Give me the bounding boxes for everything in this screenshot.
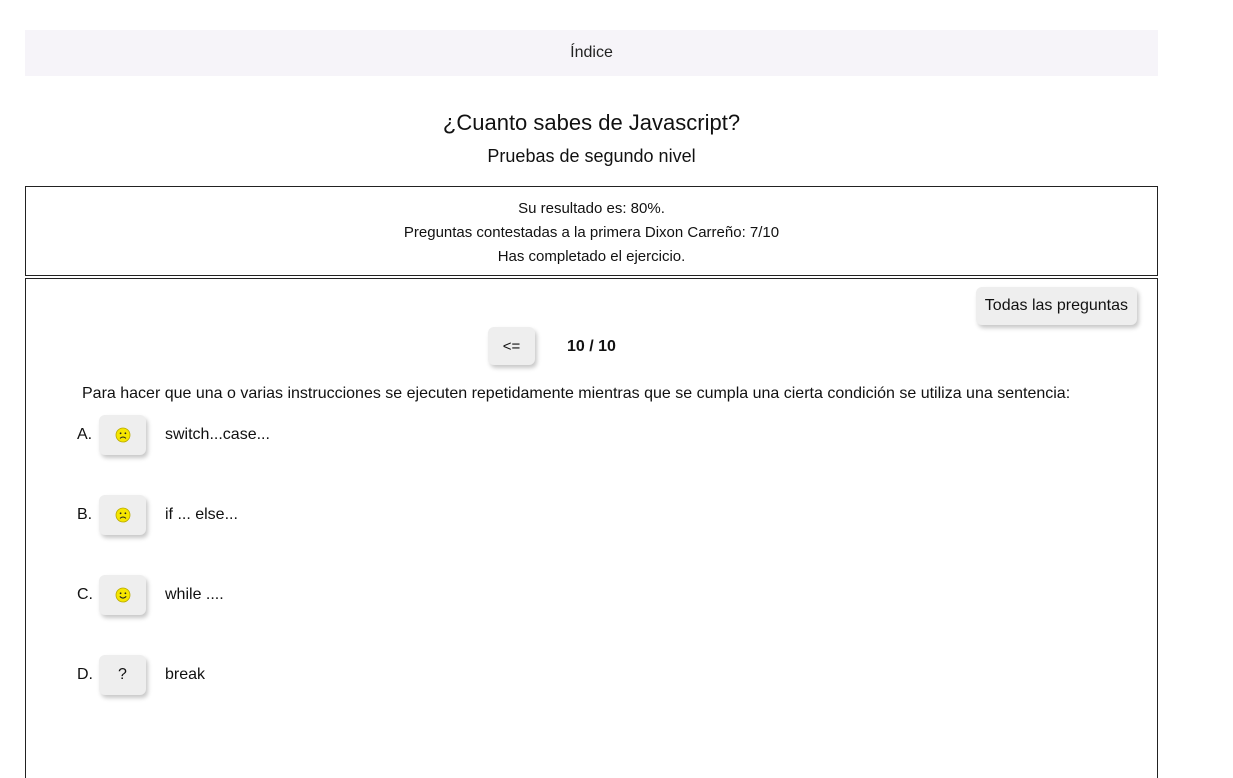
option-c-button[interactable]	[99, 575, 146, 615]
option-a-button[interactable]	[99, 415, 146, 455]
option-c: C. while ....	[77, 575, 224, 615]
option-a: A. switch...case...	[77, 415, 270, 455]
result-panel: Su resultado es: 80%. Preguntas contesta…	[25, 186, 1158, 276]
option-letter: A.	[77, 426, 93, 443]
all-questions-button[interactable]: Todas las preguntas	[975, 287, 1137, 325]
sad-face-icon	[115, 507, 130, 523]
previous-question-button[interactable]: <=	[488, 327, 535, 365]
happy-face-icon	[115, 587, 130, 603]
option-text: while ....	[165, 586, 224, 603]
question-text: Para hacer que una o varias instruccione…	[82, 385, 1071, 402]
result-score: Su resultado es: 80%.	[518, 200, 665, 217]
index-label: Índice	[570, 44, 613, 61]
page-title: ¿Cuanto sabes de Javascript?	[442, 110, 741, 135]
option-b-button[interactable]	[99, 495, 146, 535]
result-first-try: Preguntas contestadas a la primera Dixon…	[403, 224, 780, 241]
option-text: break	[165, 666, 206, 683]
option-b: B. if ... else...	[77, 495, 238, 535]
option-d: D. ? break	[77, 655, 205, 695]
option-text: switch...case...	[165, 426, 270, 443]
option-letter: B.	[77, 506, 93, 523]
page-subtitle: Pruebas de segundo nivel	[487, 146, 696, 166]
option-text: if ... else...	[165, 506, 238, 523]
question-counter: 10 / 10	[567, 338, 616, 355]
sad-face-icon	[115, 427, 130, 443]
quiz-panel: Todas las preguntas <= 10 / 10 Para hace…	[25, 278, 1158, 778]
option-letter: C.	[77, 586, 93, 603]
option-d-button[interactable]: ?	[99, 655, 146, 695]
index-link[interactable]: Índice	[25, 30, 1158, 76]
option-letter: D.	[77, 666, 93, 683]
result-status: Has completado el ejercicio.	[497, 248, 686, 265]
